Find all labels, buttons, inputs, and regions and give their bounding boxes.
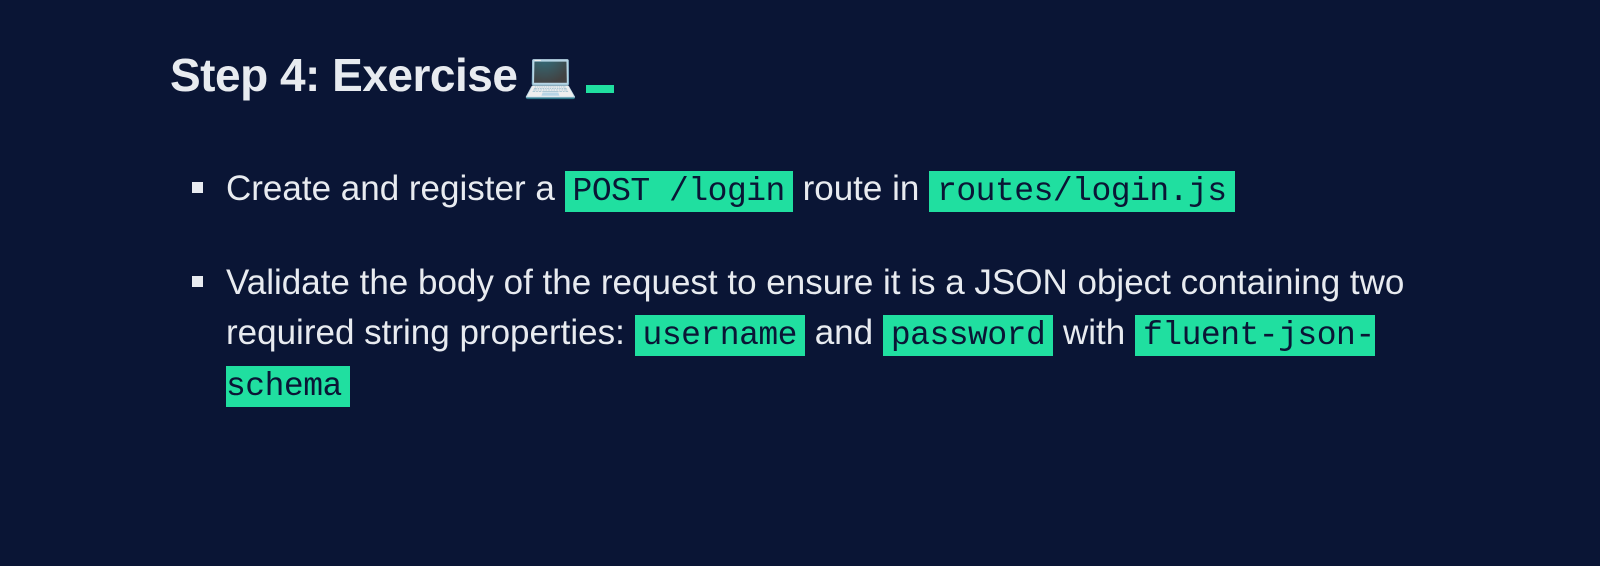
exercise-list: Create and register a POST /login route … [226, 164, 1600, 411]
list-item: Validate the body of the request to ensu… [226, 258, 1420, 411]
list-text: Create and register a [226, 169, 565, 208]
inline-code: password [883, 315, 1053, 356]
heading-text: Step 4: Exercise [170, 48, 517, 102]
list-text: with [1053, 313, 1135, 352]
list-text: route in [793, 169, 929, 208]
inline-code: username [635, 315, 805, 356]
cursor-underscore-icon [586, 85, 614, 93]
inline-code: routes/login.js [929, 171, 1235, 212]
list-text: and [805, 313, 883, 352]
slide-heading: Step 4: Exercise 💻 [170, 48, 1600, 102]
inline-code: POST /login [565, 171, 793, 212]
laptop-icon: 💻 [523, 49, 577, 101]
list-item: Create and register a POST /login route … [226, 164, 1420, 216]
